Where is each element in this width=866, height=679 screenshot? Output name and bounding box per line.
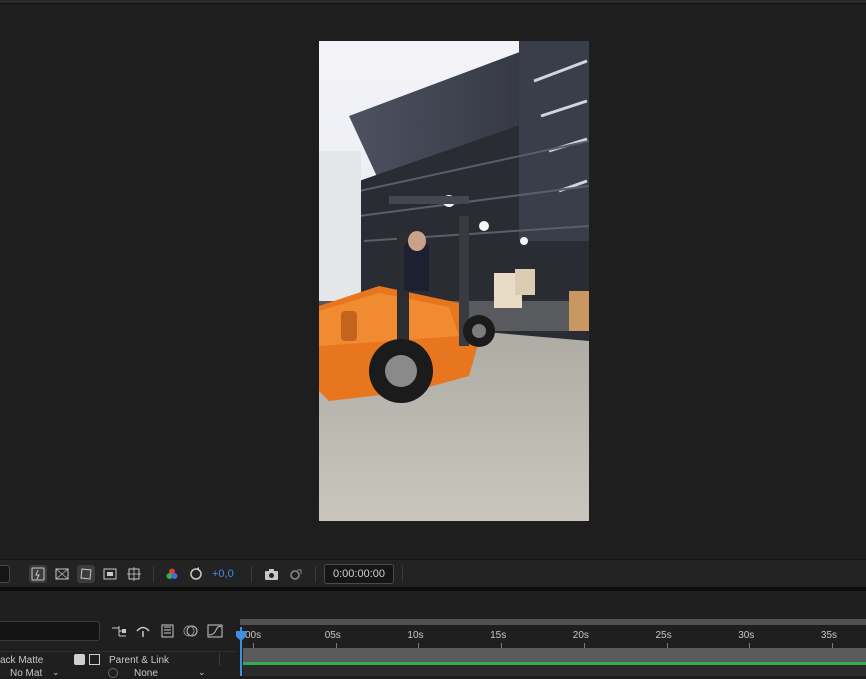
- ruler-label: 05s: [324, 630, 341, 641]
- timeline-panel: ack Matte Parent & Link No Mat ⌄ None ⌄ …: [0, 591, 866, 679]
- flowchart-icon: [112, 626, 126, 637]
- motion-blur-button[interactable]: [183, 623, 199, 639]
- grid-guides-icon: [127, 567, 141, 581]
- exposure-value[interactable]: +0,0: [212, 568, 234, 580]
- composition-preview-frame[interactable]: [319, 41, 589, 521]
- track-matte-dropdown[interactable]: No Mat: [10, 668, 42, 679]
- parent-dropdown[interactable]: None: [134, 668, 158, 679]
- fast-previews-icon: [31, 567, 45, 581]
- show-snapshot-icon: [289, 569, 301, 580]
- grid-guides-button[interactable]: [125, 565, 143, 583]
- transparency-grid-icon: [55, 568, 69, 580]
- take-snapshot-button[interactable]: [262, 565, 280, 583]
- transparency-grid-button[interactable]: [53, 565, 71, 583]
- reset-exposure-button[interactable]: [187, 565, 205, 583]
- show-snapshot-button[interactable]: [286, 565, 304, 583]
- shy-layers-button[interactable]: [135, 623, 151, 639]
- ruler-label: 00s: [245, 630, 262, 641]
- graph-editor-icon: [207, 624, 223, 638]
- column-separator: [219, 653, 220, 666]
- chevron-down-icon: ⌄: [198, 667, 206, 677]
- warehouse-forklift-image: [319, 41, 589, 521]
- toolbar-separator: [251, 566, 252, 582]
- ruler-label: 25s: [655, 630, 672, 641]
- rgb-channels-icon: [166, 568, 178, 579]
- toolbar-separator: [402, 566, 403, 582]
- ruler-label: 30s: [738, 630, 755, 641]
- layer-row[interactable]: No Mat ⌄ None ⌄: [0, 667, 236, 679]
- parent-link-column-label: Parent & Link: [109, 655, 170, 666]
- pickwhip-icon[interactable]: [108, 668, 118, 678]
- toolbar-separator: [153, 566, 154, 582]
- toolbar-separator: [315, 566, 316, 582]
- ruler-label: 10s: [407, 630, 424, 641]
- motion-blur-icon: [183, 625, 198, 637]
- time-ruler[interactable]: 00s 05s 10s 15s 20s 25s 30s 35s: [240, 617, 866, 651]
- track-matte-column-label: ack Matte: [0, 655, 44, 666]
- layer-column-header: ack Matte Parent & Link: [0, 651, 236, 668]
- layer-duration-bar[interactable]: [243, 648, 866, 662]
- ruler-label: 20s: [572, 630, 589, 641]
- composition-flowchart-button[interactable]: [111, 623, 127, 639]
- frame-blending-button[interactable]: [159, 623, 175, 639]
- magnification-field[interactable]: [0, 565, 10, 583]
- chevron-down-icon: ⌄: [52, 667, 60, 677]
- layer-search-input[interactable]: [0, 621, 100, 641]
- current-time-field[interactable]: 0:00:00:00: [324, 564, 394, 584]
- region-of-interest-icon: [103, 568, 117, 580]
- mask-path-icon: [80, 568, 92, 580]
- layer-render-bar: [243, 662, 866, 665]
- fast-previews-button[interactable]: [29, 565, 47, 583]
- ruler-label: 35s: [820, 630, 838, 641]
- region-of-interest-button[interactable]: [101, 565, 119, 583]
- preserve-transparency-icon[interactable]: [89, 654, 100, 665]
- shy-icon: [136, 626, 150, 637]
- reset-exposure-icon: [190, 567, 202, 580]
- matte-mode-icon[interactable]: [74, 654, 85, 665]
- frame-blending-icon: [161, 624, 174, 638]
- work-area-bar[interactable]: [240, 619, 866, 625]
- viewer-toolbar: +0,0 0:00:00:00: [0, 559, 866, 588]
- color-channels-button[interactable]: [163, 565, 181, 583]
- ruler-label: 15s: [490, 630, 507, 641]
- graph-editor-button[interactable]: [207, 623, 223, 639]
- camera-icon: [264, 568, 278, 580]
- mask-visibility-button[interactable]: [77, 565, 95, 583]
- layer-track[interactable]: [243, 648, 866, 676]
